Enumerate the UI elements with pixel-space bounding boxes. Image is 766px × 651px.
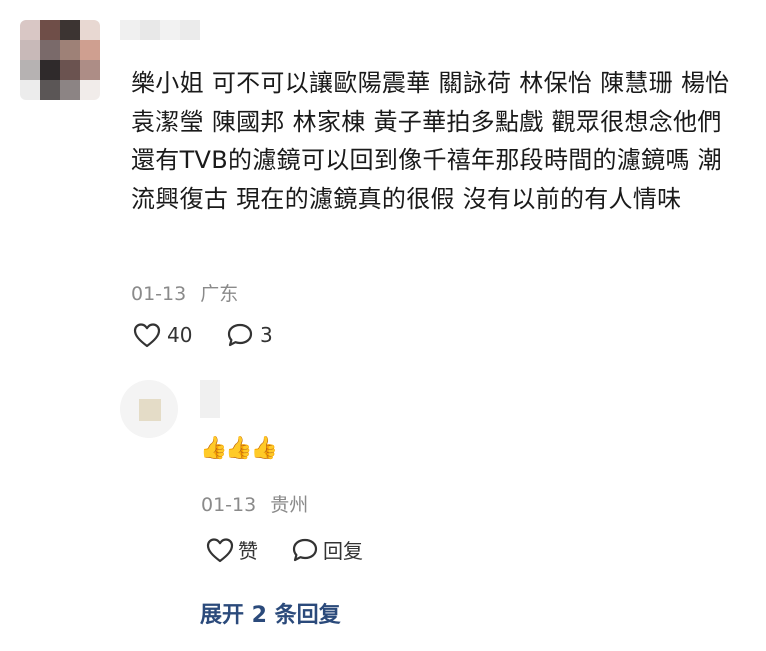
expand-replies-link[interactable]: 展开 2 条回复	[200, 597, 341, 629]
reply-reply-label: 回复	[323, 539, 363, 563]
like-count: 40	[167, 323, 193, 347]
reply-count: 3	[260, 323, 273, 347]
commenter-username[interactable]	[120, 20, 200, 40]
comment-bubble-icon	[226, 322, 254, 348]
comment-text: 樂小姐 可不可以讓歐陽震華 關詠荷 林保怡 陳慧珊 楊怡 袁潔瑩 陳國邦 林家棟…	[131, 69, 730, 213]
comment-bubble-icon	[291, 537, 319, 563]
reply-like-label: 赞	[238, 539, 258, 563]
reply-username[interactable]	[200, 380, 220, 418]
reply-like-button[interactable]: 赞	[206, 535, 258, 564]
reply-location: 贵州	[270, 494, 309, 516]
heart-icon	[133, 322, 161, 348]
reply-text: 👍👍👍	[200, 436, 278, 461]
reply-reply-button[interactable]: 回复	[291, 535, 363, 564]
comment-date: 01-13	[131, 283, 187, 305]
reply-count-button[interactable]: 3	[226, 322, 273, 348]
like-button[interactable]: 40	[133, 322, 192, 348]
heart-icon	[206, 537, 234, 563]
comment-meta: 01-13 广东	[131, 279, 238, 306]
comment-location: 广东	[200, 283, 239, 305]
reply-date: 01-13	[201, 494, 257, 516]
reply-meta: 01-13 贵州	[201, 490, 308, 517]
commenter-avatar[interactable]	[20, 20, 100, 100]
reply-avatar[interactable]	[120, 380, 178, 438]
